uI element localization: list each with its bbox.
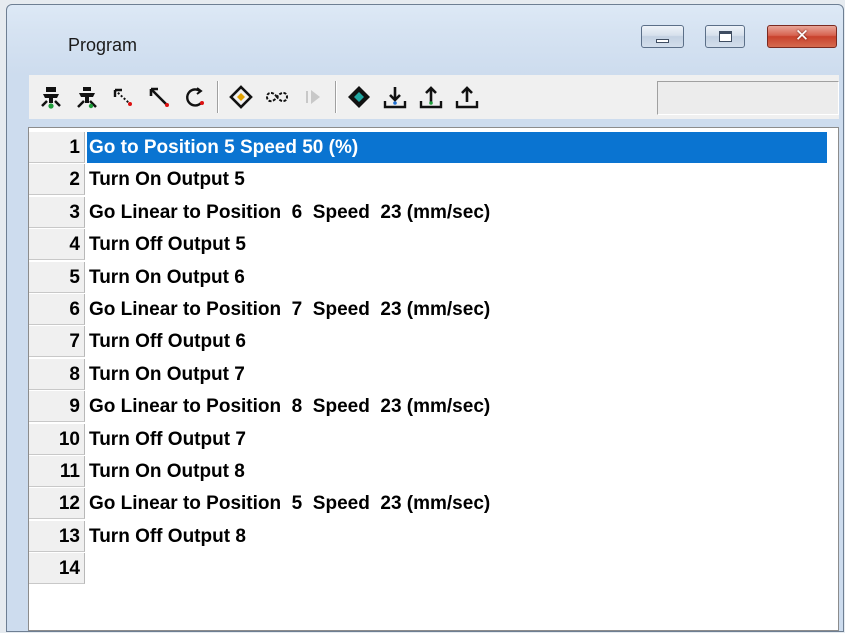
program-line[interactable]: 10 Turn Off Output 7 xyxy=(29,423,838,456)
position-button[interactable] xyxy=(227,81,255,113)
line-text[interactable]: Turn Off Output 7 xyxy=(87,424,250,455)
title-bar[interactable]: Program ✕ xyxy=(7,5,843,71)
download-tray-icon xyxy=(383,87,407,109)
program-line[interactable]: 9 Go Linear to Position 8 Speed 23 (mm/se… xyxy=(29,391,838,423)
line-text[interactable]: Go to Position 5 Speed 50 (%) xyxy=(87,132,827,163)
line-text[interactable]: Go Linear to Position 7 Speed 23 (mm/sec… xyxy=(87,294,494,325)
line-number: 6 xyxy=(29,294,85,325)
robot-home-button[interactable] xyxy=(37,81,65,113)
diamond-target-icon xyxy=(348,86,370,108)
program-line[interactable]: 1 Go to Position 5 Speed 50 (%) xyxy=(29,132,838,164)
line-text[interactable]: Turn Off Output 5 xyxy=(87,229,250,260)
line-number: 10 xyxy=(29,423,85,455)
program-window: Program ✕ 1 Go to Position 5 Speed 50 (%… xyxy=(6,4,844,632)
line-text[interactable]: Go Linear to Position 6 Speed 23 (mm/sec… xyxy=(87,197,494,228)
maximize-icon xyxy=(718,31,732,42)
upload-tray-icon xyxy=(419,86,443,109)
line-text[interactable] xyxy=(87,553,93,584)
diamond-point-icon xyxy=(229,85,253,109)
program-line[interactable]: 2 Turn On Output 5 xyxy=(29,164,838,196)
program-line[interactable]: 7 Turn Off Output 6 xyxy=(29,326,838,358)
program-line[interactable]: 14 xyxy=(29,553,838,585)
line-number: 3 xyxy=(29,196,85,228)
line-number: 12 xyxy=(29,488,85,520)
upload-alt-button[interactable] xyxy=(453,81,481,113)
line-text[interactable]: Turn On Output 8 xyxy=(87,456,249,487)
line-number: 9 xyxy=(29,391,85,423)
line-number: 2 xyxy=(29,164,85,196)
maximize-button[interactable] xyxy=(705,25,745,48)
line-text[interactable]: Turn Off Output 6 xyxy=(87,326,250,357)
minimize-button[interactable] xyxy=(641,25,684,48)
line-number: 13 xyxy=(29,520,85,552)
program-line[interactable]: 11 Turn On Output 8 xyxy=(29,456,838,488)
circular-move-button[interactable] xyxy=(181,81,209,113)
line-number: 8 xyxy=(29,358,85,390)
window-title: Program xyxy=(68,35,138,55)
move-linear-button[interactable] xyxy=(145,81,173,113)
line-number: 14 xyxy=(29,553,85,585)
play-button[interactable] xyxy=(299,81,327,113)
program-list[interactable]: 1 Go to Position 5 Speed 50 (%) 2 Turn On O… xyxy=(28,127,839,631)
line-number: 4 xyxy=(29,229,85,261)
teach-position-button[interactable] xyxy=(345,81,373,113)
robot-home-icon xyxy=(41,87,61,109)
minimize-icon xyxy=(656,38,669,43)
arrow-diagonal-dotted-icon xyxy=(113,88,132,106)
line-text[interactable]: Turn On Output 5 xyxy=(87,164,249,195)
line-number: 1 xyxy=(29,132,85,163)
program-line[interactable]: 6 Go Linear to Position 7 Speed 23 (mm/se… xyxy=(29,294,838,326)
move-dotted-button[interactable] xyxy=(109,81,137,113)
download-button[interactable] xyxy=(381,81,409,113)
line-text[interactable]: Turn On Output 6 xyxy=(87,262,249,293)
robot-icon xyxy=(77,87,97,109)
line-text[interactable]: Turn On Output 7 xyxy=(87,359,249,390)
line-text[interactable]: Go Linear to Position 5 Speed 23 (mm/sec… xyxy=(87,488,494,519)
line-text[interactable]: Go Linear to Position 8 Speed 23 (mm/sec… xyxy=(87,391,494,422)
program-line[interactable]: 8 Turn On Output 7 xyxy=(29,358,838,391)
program-line[interactable]: 3 Go Linear to Position 6 Speed 23 (mm/se… xyxy=(29,196,838,229)
line-number: 7 xyxy=(29,326,85,358)
upload-button[interactable] xyxy=(417,81,445,113)
program-line[interactable]: 4 Turn Off Output 5 xyxy=(29,229,838,261)
play-disabled-icon xyxy=(306,90,320,104)
circular-arrow-icon xyxy=(186,87,204,107)
loop-icon xyxy=(265,91,289,103)
close-icon: ✕ xyxy=(794,26,810,46)
program-line[interactable]: 13 Turn Off Output 8 xyxy=(29,520,838,553)
loop-button[interactable] xyxy=(263,81,291,113)
line-number: 5 xyxy=(29,261,85,293)
robot-button[interactable] xyxy=(73,81,101,113)
line-text[interactable]: Turn Off Output 8 xyxy=(87,521,250,552)
arrow-diagonal-icon xyxy=(149,87,169,107)
program-line[interactable]: 12 Go Linear to Position 5 Speed 23 (mm/s… xyxy=(29,488,838,520)
toolbar-separator xyxy=(335,81,337,113)
line-number: 11 xyxy=(29,456,85,487)
toolbar-separator xyxy=(217,81,219,113)
upload-tray-alt-icon xyxy=(455,86,479,109)
toolbar xyxy=(29,75,839,119)
close-button[interactable]: ✕ xyxy=(767,25,837,48)
program-line[interactable]: 5 Turn On Output 6 xyxy=(29,261,838,294)
toolbar-field[interactable] xyxy=(657,81,839,115)
